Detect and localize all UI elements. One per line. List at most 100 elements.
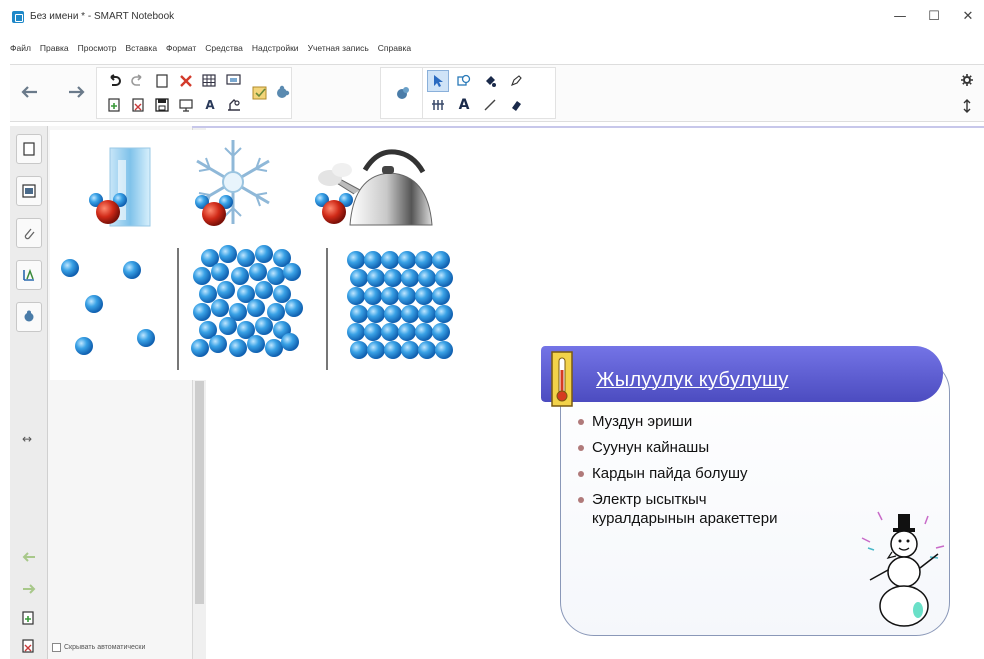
solid-particle	[398, 287, 416, 305]
solid-particle	[418, 305, 436, 323]
toolbar: A A	[10, 64, 984, 122]
solid-particle	[347, 287, 365, 305]
puzzle-icon	[277, 85, 290, 98]
arrow-left-icon	[22, 552, 35, 562]
card-title: Жылуулук кубулушу	[596, 369, 789, 391]
sidebar-delete-page-button[interactable]	[22, 638, 34, 657]
liquid-particle	[255, 317, 273, 335]
scrollbar-thumb[interactable]	[195, 381, 204, 604]
menu-edit[interactable]: Правка	[40, 43, 69, 57]
paste-button[interactable]	[151, 70, 173, 92]
solid-particle	[350, 305, 368, 323]
solid-particle	[418, 269, 436, 287]
lesson-activity-button[interactable]	[392, 82, 414, 104]
liquid-particle	[211, 299, 229, 317]
liquid-particles	[191, 245, 303, 357]
previous-page-button[interactable]	[18, 81, 40, 103]
arrow-right-icon	[23, 584, 36, 594]
page-sorter-icon	[23, 142, 35, 156]
menu-format[interactable]: Формат	[166, 43, 196, 57]
smart-notebook-app-icon	[12, 11, 24, 23]
select-tool-button[interactable]	[427, 70, 449, 92]
liquid-particle	[281, 333, 299, 351]
tab-properties[interactable]	[16, 260, 42, 290]
settings-button[interactable]	[956, 69, 978, 91]
menu-insert[interactable]: Вставка	[125, 43, 157, 57]
sidebar-forward-button[interactable]	[22, 580, 36, 599]
liquid-particle	[231, 267, 249, 285]
text-tool-button[interactable]: A	[453, 94, 475, 116]
menu-view[interactable]: Просмотр	[78, 43, 117, 57]
close-button[interactable]: ✕	[948, 6, 984, 28]
pen-tool-button[interactable]	[505, 70, 527, 92]
canvas-top-border	[192, 126, 984, 128]
solid-particle	[367, 269, 385, 287]
redo-button[interactable]	[127, 70, 149, 92]
shape-tool-button[interactable]	[453, 70, 475, 92]
states-of-matter-picture[interactable]	[50, 130, 510, 380]
liquid-particle	[191, 339, 209, 357]
sidebar-back-button[interactable]	[22, 548, 36, 567]
drawing-tools-group: A	[422, 67, 556, 119]
insert-table-button[interactable]	[199, 70, 221, 92]
tab-page-sorter[interactable]	[16, 134, 42, 164]
delete-page-button[interactable]	[127, 94, 149, 116]
eraser-icon	[512, 101, 521, 111]
sidebar-add-page-button[interactable]	[22, 610, 34, 629]
menu-addons[interactable]: Надстройки	[252, 43, 299, 57]
grid-lines-icon	[432, 100, 444, 110]
measurement-tools-button[interactable]	[249, 82, 271, 104]
line-tool-button[interactable]	[479, 94, 501, 116]
autohide-checkbox-row[interactable]: Скрывать автоматически	[52, 643, 145, 652]
menu-file[interactable]: Файл	[10, 43, 31, 57]
menu-tools[interactable]: Средства	[205, 43, 243, 57]
menu-help[interactable]: Справка	[378, 43, 411, 57]
add-page-icon	[108, 98, 120, 112]
liquid-particle	[229, 339, 247, 357]
arrow-right-icon	[69, 86, 85, 98]
liquid-particle	[237, 249, 255, 267]
tab-attachments[interactable]	[16, 218, 42, 248]
solid-particle	[384, 341, 402, 359]
tab-gallery[interactable]	[16, 176, 42, 206]
delete-x-icon	[180, 75, 192, 87]
menu-account[interactable]: Учетная запись	[308, 43, 369, 57]
table-tool-button[interactable]	[427, 94, 449, 116]
gallery-image-icon	[22, 184, 36, 198]
solid-particle	[384, 305, 402, 323]
window-title: Без имени * - SMART Notebook	[30, 11, 175, 22]
undo-button[interactable]	[103, 70, 125, 92]
snowman-icon	[861, 511, 945, 627]
solid-particle	[418, 341, 436, 359]
move-toolbar-button[interactable]	[956, 95, 978, 117]
save-button[interactable]	[151, 94, 173, 116]
liquid-particle	[255, 281, 273, 299]
undo-icon	[110, 74, 121, 86]
full-screen-button[interactable]	[175, 94, 197, 116]
arrow-left-icon	[21, 86, 37, 98]
solid-particle	[381, 287, 399, 305]
tab-addons[interactable]	[16, 302, 42, 332]
solid-particle	[435, 305, 453, 323]
pen-icon	[511, 75, 522, 86]
sidebar-resize-handle[interactable]: ↔	[22, 432, 32, 446]
text-format-button[interactable]: A	[199, 94, 221, 116]
screen-shade-button[interactable]	[223, 70, 245, 92]
next-page-button[interactable]	[66, 81, 88, 103]
delete-button[interactable]	[175, 70, 197, 92]
text-format-icon: A	[205, 98, 215, 112]
liquid-particle	[247, 335, 265, 353]
solid-particle	[367, 341, 385, 359]
autohide-checkbox[interactable]	[52, 643, 61, 652]
card-bullet-list: Муздун эриши Суунун кайнашы Кардын пайда…	[578, 412, 808, 534]
document-camera-button[interactable]	[223, 94, 245, 116]
addons-button[interactable]	[271, 82, 293, 104]
properties-icon	[23, 268, 34, 281]
new-page-button[interactable]	[103, 94, 125, 116]
lesson-activity-icon	[397, 87, 409, 99]
fill-tool-button[interactable]	[479, 70, 501, 92]
solid-particle	[401, 269, 419, 287]
liquid-particle	[219, 245, 237, 263]
solid-particle	[398, 323, 416, 341]
eraser-tool-button[interactable]	[505, 94, 527, 116]
